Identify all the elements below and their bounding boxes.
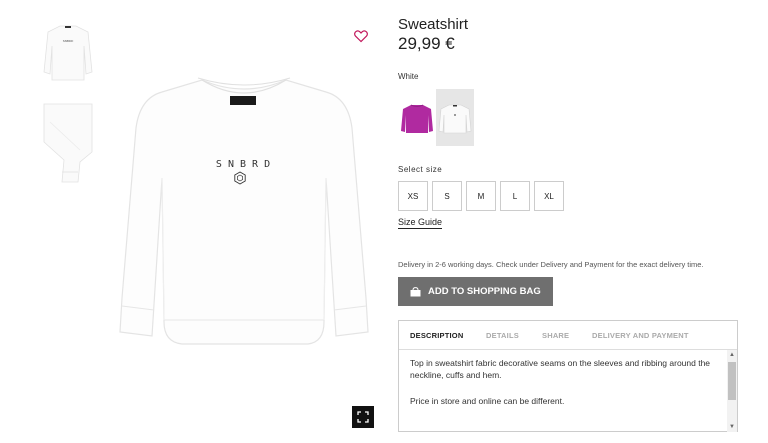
size-l-button[interactable]: L [500, 181, 530, 211]
description-scrollbar[interactable]: ▲ ▼ [727, 350, 737, 432]
size-xl-button[interactable]: XL [534, 181, 564, 211]
wishlist-heart-button[interactable] [353, 28, 369, 44]
selected-color-label: White [398, 72, 419, 81]
color-swatch-purple[interactable] [398, 89, 436, 146]
tab-share[interactable]: SHARE [542, 331, 569, 340]
sweatshirt-print-text: S N B R D [215, 159, 271, 170]
color-swatch-white[interactable] [436, 89, 474, 146]
tab-description[interactable]: DESCRIPTION [410, 331, 463, 340]
thumbnail-front[interactable]: SNBRD [40, 22, 96, 84]
size-s-button[interactable]: S [432, 181, 462, 211]
heart-icon [354, 30, 368, 43]
size-guide-link[interactable]: Size Guide [398, 217, 443, 229]
description-content: Top in sweatshirt fabric decorative seam… [410, 357, 720, 407]
tab-details[interactable]: DETAILS [486, 331, 519, 340]
delivery-info-text: Delivery in 2-6 working days. Check unde… [398, 260, 704, 269]
size-xs-button[interactable]: XS [398, 181, 428, 211]
price-disclaimer: Price in store and online can be differe… [410, 396, 565, 406]
thumbnail-sleeve-detail[interactable] [40, 102, 96, 184]
description-paragraph: Top in sweatshirt fabric decorative seam… [410, 358, 711, 380]
sweatshirt-front-thumb-image: SNBRD [43, 25, 93, 81]
purple-sweatshirt-thumb [401, 104, 433, 133]
shopping-bag-icon [410, 286, 421, 296]
sweatshirt-sleeve-thumb-image [43, 103, 93, 183]
sweatshirt-image [119, 77, 369, 345]
add-to-shopping-bag-label: ADD TO SHOPPING BAG [428, 286, 541, 297]
product-info-tabs: DESCRIPTION DETAILS SHARE DELIVERY AND P… [399, 321, 737, 350]
scrollbar-thumb[interactable] [728, 362, 736, 400]
expand-icon [357, 411, 369, 423]
product-info-panel: DESCRIPTION DETAILS SHARE DELIVERY AND P… [398, 320, 738, 432]
scroll-up-arrow-icon[interactable]: ▲ [729, 352, 735, 358]
fullscreen-button[interactable] [352, 406, 374, 428]
add-to-shopping-bag-button[interactable]: ADD TO SHOPPING BAG [398, 277, 553, 306]
select-size-label: Select size [398, 165, 443, 174]
product-price: 29,99 € [398, 34, 455, 53]
scroll-down-arrow-icon[interactable]: ▼ [729, 424, 735, 430]
white-sweatshirt-thumb [438, 104, 472, 134]
svg-text:SNBRD: SNBRD [63, 39, 74, 43]
main-product-image: S N B R D [112, 58, 376, 356]
tab-delivery-and-payment[interactable]: DELIVERY AND PAYMENT [592, 331, 689, 340]
size-m-button[interactable]: M [466, 181, 496, 211]
product-title: Sweatshirt [398, 16, 469, 33]
